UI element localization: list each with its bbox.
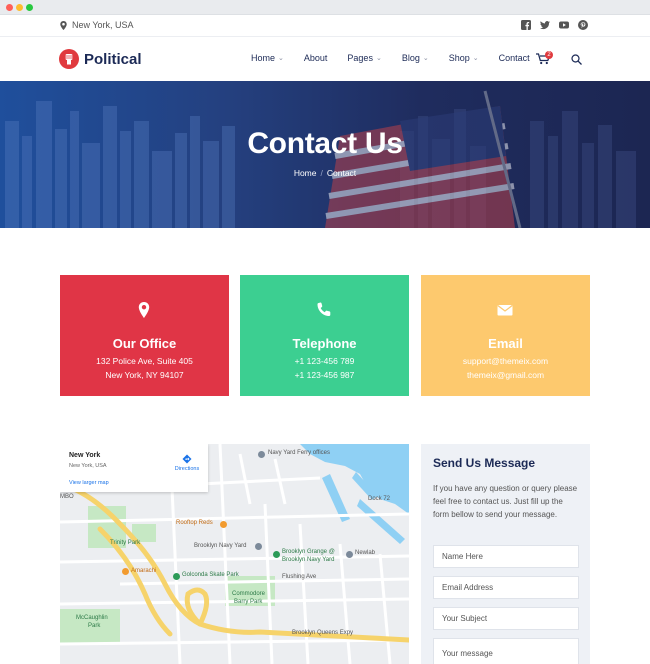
page-title: Contact Us <box>247 127 403 160</box>
map-pin-icon[interactable] <box>258 451 265 458</box>
top-bar: New York, USA <box>0 15 650 37</box>
twitter-icon[interactable] <box>540 20 550 30</box>
nav-item-home[interactable]: Home ⌄ <box>251 53 284 63</box>
card-line: 132 Police Ave, Suite 405 <box>96 356 193 366</box>
office-card: Our Office 132 Police Ave, Suite 405 New… <box>60 275 229 396</box>
nav-item-blog[interactable]: Blog ⌄ <box>402 53 429 63</box>
map-label: Golconda Skate Park <box>182 572 239 578</box>
email-card: Email support@themeix.com themeix@gmail.… <box>421 275 590 396</box>
map-pin-icon[interactable] <box>273 551 280 558</box>
card-line[interactable]: +1 123-456 789 <box>240 356 409 366</box>
map-label: MBO <box>60 494 74 500</box>
card-line[interactable]: support@themeix.com <box>421 356 590 366</box>
map-place-subtitle: New York, USA <box>69 463 107 469</box>
map-label: Dock 72 <box>368 496 391 502</box>
main-nav: Political Home ⌄ About Pages ⌄ Blog ⌄ Shop ⌄… <box>0 37 650 81</box>
map-label: Brooklyn Navy Yard <box>282 557 335 563</box>
form-title: Send Us Message <box>433 456 536 470</box>
directions-icon <box>182 454 192 464</box>
chevron-down-icon: ⌄ <box>472 55 479 62</box>
map-label: Amarachi <box>131 568 157 574</box>
phone-icon <box>317 302 331 316</box>
map-label: Barry Park <box>234 599 263 605</box>
telephone-card: Telephone +1 123-456 789 +1 123-456 987 <box>240 275 409 396</box>
chevron-down-icon: ⌄ <box>375 55 382 62</box>
search-icon[interactable] <box>571 54 582 65</box>
map-label: Park <box>88 623 101 629</box>
card-title: Telephone <box>292 336 357 351</box>
social-links <box>521 20 588 30</box>
map-info-card: New York New York, USA View larger map D… <box>60 444 208 492</box>
form-description: If you have any question or query please… <box>433 484 578 519</box>
logo-text: Political <box>84 50 142 68</box>
breadcrumb-separator: / <box>320 168 323 178</box>
name-field[interactable] <box>433 545 579 568</box>
nav-item-contact[interactable]: Contact <box>499 53 530 63</box>
map-label: Brooklyn Grange @ <box>282 549 335 555</box>
email-field[interactable] <box>433 576 579 599</box>
pinterest-icon[interactable] <box>578 20 588 30</box>
map-label: Navy Yard Ferry offices <box>268 450 331 456</box>
location-pin-icon <box>138 302 150 318</box>
cart-count-badge: 2 <box>545 51 553 59</box>
window-minimize-dot[interactable] <box>16 4 23 11</box>
card-title: Our Office <box>112 336 177 351</box>
hero-banner: Contact Us Home / Contact <box>0 81 650 228</box>
breadcrumb-current: Contact <box>326 168 357 178</box>
breadcrumb-home[interactable]: Home <box>294 168 317 178</box>
map-pin-icon[interactable] <box>122 568 129 575</box>
map-pin-icon[interactable] <box>173 573 180 580</box>
map-label: Rooftop Reds <box>176 520 213 526</box>
nav-item-label: Shop <box>448 53 470 63</box>
location: New York, USA <box>60 20 134 30</box>
nav-menu: Home ⌄ About Pages ⌄ Blog ⌄ Shop ⌄ Contact <box>251 53 550 63</box>
card-title: Email <box>488 336 523 351</box>
nav-item-shop[interactable]: Shop ⌄ <box>449 53 479 63</box>
map-pin-icon[interactable] <box>255 543 262 550</box>
logo[interactable]: Political <box>59 49 142 69</box>
contact-form: Send Us Message If you have any question… <box>421 444 590 664</box>
map-pin-icon[interactable] <box>346 551 353 558</box>
nav-item-label: About <box>303 53 328 63</box>
window-maximize-dot[interactable] <box>26 4 33 11</box>
message-field[interactable] <box>433 638 579 664</box>
chevron-down-icon: ⌄ <box>278 55 284 62</box>
map-label: Trinity Park <box>110 540 141 546</box>
nav-item-label: Home <box>251 53 276 63</box>
google-map[interactable]: New York New York, USA View larger map D… <box>60 444 409 664</box>
nav-item-pages[interactable]: Pages ⌄ <box>347 53 381 63</box>
window-close-dot[interactable] <box>6 4 13 11</box>
directions-label: Directions <box>174 466 200 472</box>
map-marker-icon <box>60 20 67 30</box>
map-label: Brooklyn Navy Yard <box>194 543 247 549</box>
nav-item-label: Blog <box>401 53 420 63</box>
directions-button[interactable]: Directions <box>172 454 202 472</box>
map-pin-icon[interactable] <box>220 521 227 528</box>
map-label: Newlab <box>355 550 376 556</box>
map-place-title: New York <box>69 452 101 459</box>
location-text: New York, USA <box>72 20 134 30</box>
nav-item-label: Pages <box>347 53 373 63</box>
map-label: McCaughlin <box>76 615 108 621</box>
map-label: Flushing Ave <box>282 574 317 580</box>
nav-item-about[interactable]: About <box>304 53 328 63</box>
view-larger-map-link[interactable]: View larger map <box>69 480 109 486</box>
youtube-icon[interactable] <box>559 20 569 30</box>
chevron-down-icon: ⌄ <box>422 55 429 62</box>
card-line[interactable]: +1 123-456 987 <box>240 370 409 380</box>
browser-chrome <box>0 0 650 15</box>
nav-item-label: Contact <box>498 53 530 63</box>
card-line[interactable]: themeix@gmail.com <box>421 370 590 380</box>
map-label: Brooklyn Queens Expy <box>292 630 354 636</box>
map-label: Commodore <box>232 591 266 597</box>
subject-field[interactable] <box>433 607 579 630</box>
envelope-icon <box>497 305 513 316</box>
card-line: New York, NY 94107 <box>105 370 184 380</box>
facebook-icon[interactable] <box>521 20 531 30</box>
breadcrumb: Home / Contact <box>0 168 650 178</box>
fist-logo-icon <box>59 49 79 69</box>
